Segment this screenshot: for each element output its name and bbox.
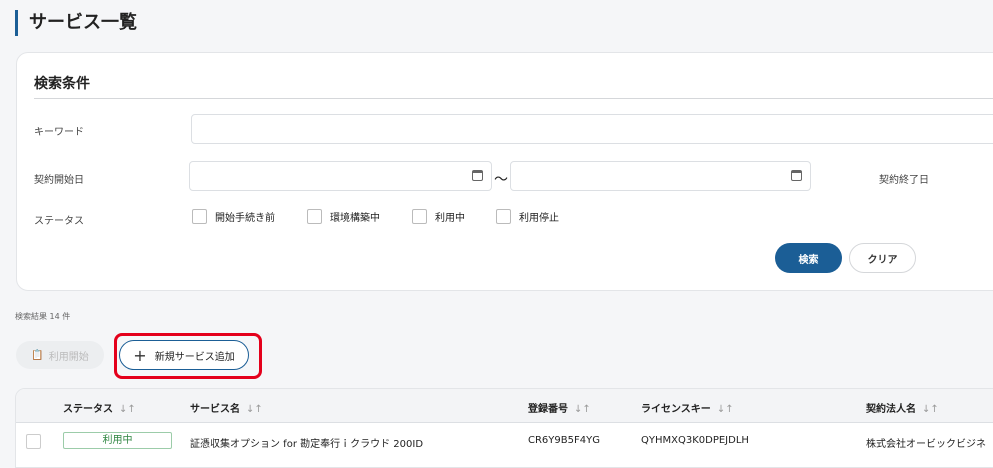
row-checkbox[interactable] xyxy=(26,434,41,449)
column-registration-number[interactable]: 登録番号 ↓↑ xyxy=(528,400,591,415)
start-date-to-input[interactable] xyxy=(510,161,811,191)
column-service-name[interactable]: サービス名 ↓↑ xyxy=(190,400,263,415)
sort-icon: ↓↑ xyxy=(922,404,939,415)
status-label: ステータス xyxy=(34,216,84,227)
checkbox-label: 利用中 xyxy=(435,213,465,224)
result-count: 検索結果 14 件 xyxy=(15,312,71,321)
status-badge: 利用中 xyxy=(63,432,172,449)
keyword-input[interactable] xyxy=(191,114,993,144)
range-separator: ～ xyxy=(494,172,508,188)
registration-number-cell: CR6Y9B5F4YG xyxy=(528,435,600,446)
sort-icon: ↓↑ xyxy=(716,404,734,415)
sort-icon: ↓↑ xyxy=(246,404,263,415)
start-date-label: 契約開始日 xyxy=(34,175,84,186)
start-date-from-input[interactable] xyxy=(189,161,492,191)
column-license-key[interactable]: ライセンスキー ↓↑ xyxy=(641,400,734,415)
table-header: ステータス ↓↑ サービス名 ↓↑ 登録番号 ↓↑ ライセンスキー ↓↑ 契約法人名 ↓↑ xyxy=(16,389,993,423)
clear-button[interactable]: クリア xyxy=(849,243,916,273)
column-company[interactable]: 契約法人名 ↓↑ xyxy=(866,400,939,415)
checkbox[interactable] xyxy=(496,209,511,224)
calendar-icon[interactable] xyxy=(472,170,483,181)
search-conditions-panel: 検索条件 キーワード 契約開始日 ～ 契約終了日 ステータス 開始手続き前 環境… xyxy=(16,52,993,291)
page-title: サービス一覧 xyxy=(15,10,137,36)
checkbox-label: 環境構築中 xyxy=(330,213,380,224)
status-checkbox-pre-start[interactable]: 開始手続き前 xyxy=(192,209,275,224)
search-heading: 検索条件 xyxy=(34,73,993,99)
service-table: ステータス ↓↑ サービス名 ↓↑ 登録番号 ↓↑ ライセンスキー ↓↑ 契約法人名 ↓↑… xyxy=(15,388,993,468)
checkbox[interactable] xyxy=(412,209,427,224)
start-usage-label: 利用開始 xyxy=(48,351,89,363)
sort-icon: ↓↑ xyxy=(119,404,136,415)
add-service-label: 新規サービス追加 xyxy=(154,351,235,363)
start-usage-button: 📋 利用開始 xyxy=(16,341,104,369)
add-service-button[interactable]: + 新規サービス追加 xyxy=(119,340,249,370)
status-checkbox-active[interactable]: 利用中 xyxy=(412,209,465,224)
table-row[interactable]: 利用中 証憑収集オプション for 勘定奉行ｉクラウド 200ID CR6Y9B… xyxy=(16,423,993,463)
sort-icon: ↓↑ xyxy=(574,404,591,415)
status-checkbox-suspended[interactable]: 利用停止 xyxy=(496,209,559,224)
checkbox[interactable] xyxy=(192,209,207,224)
company-cell: 株式会社オービックビジネ xyxy=(866,439,986,450)
checkbox[interactable] xyxy=(307,209,322,224)
keyword-label: キーワード xyxy=(34,127,84,138)
search-button[interactable]: 検索 xyxy=(775,243,842,273)
plus-icon: + xyxy=(133,345,147,365)
clipboard-edit-icon: 📋 xyxy=(31,349,44,361)
calendar-icon[interactable] xyxy=(791,170,802,181)
checkbox-label: 利用停止 xyxy=(519,213,559,224)
status-checkbox-building[interactable]: 環境構築中 xyxy=(307,209,380,224)
license-key-cell: QYHMXQ3K0DPEJDLH xyxy=(641,435,749,446)
checkbox-label: 開始手続き前 xyxy=(215,213,275,224)
column-status[interactable]: ステータス ↓↑ xyxy=(63,400,136,415)
end-date-label: 契約終了日 xyxy=(879,175,929,186)
service-name-cell: 証憑収集オプション for 勘定奉行ｉクラウド 200ID xyxy=(190,439,424,450)
